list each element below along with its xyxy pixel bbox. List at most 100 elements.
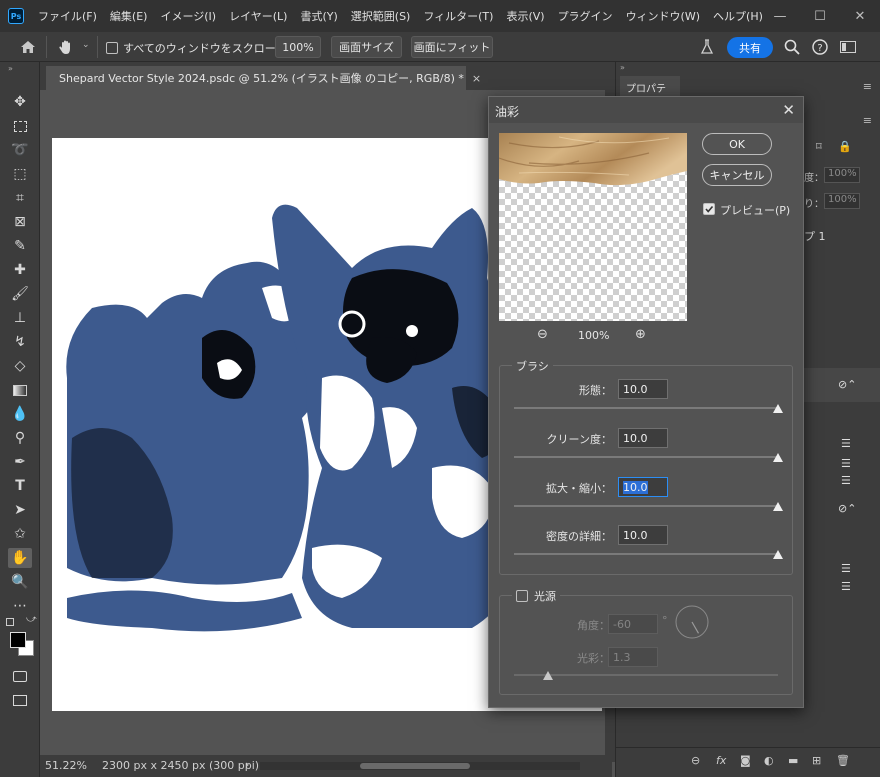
cleanliness-input[interactable]: 10.0 <box>618 428 668 448</box>
adjust-icon-5[interactable]: ☰ <box>841 580 851 593</box>
search-icon[interactable] <box>784 39 800 55</box>
new-layer-icon[interactable]: ⊞ <box>812 754 821 767</box>
stamp-tool-icon[interactable]: ⊥ <box>8 308 32 328</box>
zoom-level[interactable]: 51.22% <box>45 759 87 772</box>
shine-input[interactable]: 1.3 <box>608 647 658 667</box>
default-colors-icon[interactable] <box>6 618 14 626</box>
path-select-tool-icon[interactable]: ➤ <box>8 500 32 520</box>
transform-icon[interactable]: ⌑ <box>816 140 822 153</box>
shape-tool-icon[interactable]: ✩ <box>8 524 32 544</box>
quick-mask-icon[interactable] <box>8 666 32 686</box>
history-brush-tool-icon[interactable]: ↯ <box>8 332 32 352</box>
menu-image[interactable]: イメージ(I) <box>160 8 216 24</box>
adjust-icon[interactable]: ☰ <box>841 437 851 450</box>
menu-plugins[interactable]: プラグイン <box>558 8 613 24</box>
properties-tab[interactable]: プロパティ <box>620 76 680 110</box>
cancel-button[interactable]: キャンセル <box>702 164 772 186</box>
menu-file[interactable]: ファイル(F) <box>38 8 97 24</box>
shine-slider[interactable] <box>514 671 778 680</box>
zoom-in-icon[interactable]: ⊕ <box>635 327 646 342</box>
maximize-button[interactable]: ☐ <box>800 0 840 32</box>
group-icon[interactable]: ▬ <box>788 754 798 767</box>
menu-edit[interactable]: 編集(E) <box>110 8 148 24</box>
swap-colors-icon[interactable]: ⤻ <box>26 614 37 625</box>
fx-icon[interactable]: fx <box>716 754 726 767</box>
collapse-icon[interactable]: » <box>8 64 13 73</box>
scale-slider-thumb[interactable] <box>773 502 783 511</box>
link-icon-2[interactable]: ⊘⌃ <box>838 502 856 515</box>
mask-icon[interactable]: ◙ <box>740 754 751 767</box>
bristle-detail-slider-thumb[interactable] <box>773 550 783 559</box>
lasso-tool-icon[interactable]: ➰ <box>8 140 32 160</box>
opacity-field[interactable]: 100% <box>824 167 860 183</box>
status-arrow-icon[interactable]: › <box>245 758 249 771</box>
bristle-detail-slider[interactable] <box>514 550 783 559</box>
fill-field[interactable]: 100% <box>824 193 860 209</box>
stylization-input[interactable]: 10.0 <box>618 379 668 399</box>
shine-slider-thumb[interactable] <box>543 671 554 680</box>
panel-menu-icon-2[interactable]: ≡ <box>863 114 872 127</box>
adjust-icon-3[interactable]: ☰ <box>841 474 851 487</box>
blur-tool-icon[interactable]: 💧 <box>8 404 32 424</box>
menu-view[interactable]: 表示(V) <box>506 8 544 24</box>
stylization-slider[interactable] <box>514 404 783 413</box>
object-select-tool-icon[interactable]: ⬚ <box>8 164 32 184</box>
pen-tool-icon[interactable]: ✒ <box>8 452 32 472</box>
link-icon[interactable]: ⊘⌃ <box>838 378 856 391</box>
zoom-out-icon[interactable]: ⊖ <box>537 327 548 342</box>
angle-dial[interactable] <box>674 604 710 640</box>
home-icon[interactable] <box>20 40 36 54</box>
type-tool-icon[interactable]: T <box>8 476 32 496</box>
share-button[interactable]: 共有 <box>727 37 773 58</box>
zoom-tool-icon[interactable]: 🔍 <box>8 572 32 592</box>
cleanliness-slider[interactable] <box>514 453 783 462</box>
ok-button[interactable]: OK <box>702 133 772 155</box>
flask-icon[interactable] <box>700 39 714 55</box>
panel-collapse-icon[interactable]: » <box>620 63 625 72</box>
hand-tool-icon[interactable] <box>58 39 74 55</box>
more-tools-icon[interactable]: ⋯ <box>8 596 32 616</box>
hand-tool-active-icon[interactable]: ✋ <box>8 548 32 568</box>
frame-tool-icon[interactable]: ⊠ <box>8 212 32 232</box>
preview-checkbox[interactable] <box>703 203 715 215</box>
eraser-tool-icon[interactable]: ◇ <box>8 356 32 376</box>
stylization-slider-thumb[interactable] <box>773 404 783 413</box>
menu-select[interactable]: 選択範囲(S) <box>351 8 411 24</box>
menu-filter[interactable]: フィルター(T) <box>423 8 493 24</box>
document-tab[interactable]: Shepard Vector Style 2024.psdc @ 51.2% (… <box>46 66 481 90</box>
healing-brush-tool-icon[interactable]: ✚ <box>8 260 32 280</box>
chevron-down-icon[interactable]: ⌄ <box>82 40 90 50</box>
crop-tool-icon[interactable]: ⌗ <box>8 188 32 208</box>
dialog-close-icon[interactable]: ✕ <box>782 101 795 119</box>
lighting-checkbox[interactable] <box>516 590 528 602</box>
close-tab-icon[interactable]: × <box>472 72 481 85</box>
move-tool-icon[interactable]: ✥ <box>8 92 32 112</box>
gradient-tool-icon[interactable] <box>8 380 32 400</box>
angle-input[interactable]: -60 <box>608 614 658 634</box>
menu-layer[interactable]: レイヤー(L) <box>229 8 287 24</box>
screen-mode-icon[interactable] <box>8 690 32 710</box>
scale-input[interactable]: 10.0 <box>618 477 668 497</box>
fill-screen-button[interactable]: 画面にフィット <box>411 36 493 58</box>
foreground-color-swatch[interactable] <box>10 632 26 648</box>
horizontal-scrollbar[interactable] <box>260 762 580 770</box>
menu-window[interactable]: ウィンドウ(W) <box>626 8 700 24</box>
scale-slider[interactable] <box>514 502 783 511</box>
lock-icon[interactable]: 🔒 <box>838 140 852 153</box>
scrollbar-thumb[interactable] <box>360 763 470 769</box>
adjust-icon-4[interactable]: ☰ <box>841 562 851 575</box>
menu-help[interactable]: ヘルプ(H) <box>713 8 763 24</box>
layer-name[interactable]: プ 1 <box>804 228 826 244</box>
workspace-icon[interactable] <box>840 41 856 53</box>
cleanliness-slider-thumb[interactable] <box>773 453 783 462</box>
filter-preview[interactable] <box>499 133 687 321</box>
brush-tool-icon[interactable]: 🖌 <box>8 284 32 304</box>
help-icon[interactable]: ? <box>812 39 828 55</box>
scroll-all-checkbox[interactable] <box>106 42 118 54</box>
zoom-100-button[interactable]: 100% <box>275 36 321 58</box>
bristle-detail-input[interactable]: 10.0 <box>618 525 668 545</box>
adjustment-layer-icon[interactable]: ◐ <box>764 754 774 767</box>
trash-icon[interactable]: 🗑 <box>836 754 850 767</box>
marquee-tool-icon[interactable] <box>8 116 32 136</box>
fit-screen-button[interactable]: 画面サイズ <box>331 36 402 58</box>
